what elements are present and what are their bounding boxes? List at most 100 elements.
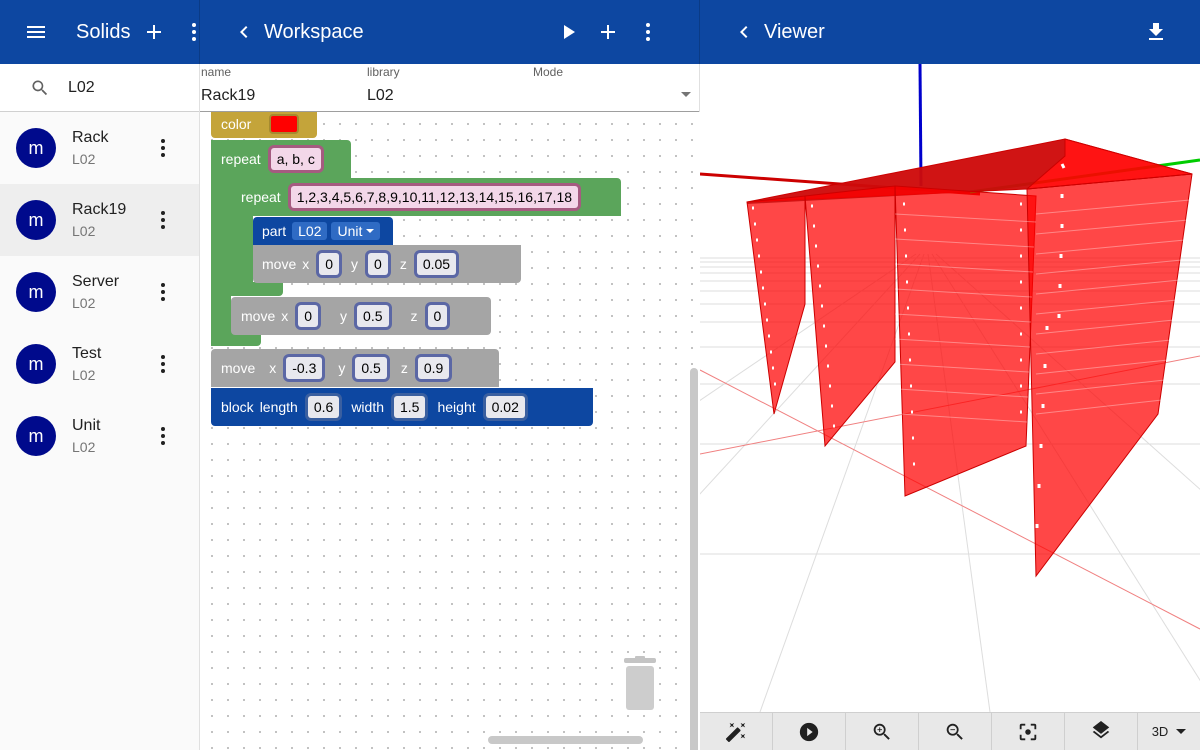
axis-z-label: z [400,360,408,376]
more-vert-icon[interactable] [151,208,175,232]
move-x-input[interactable]: -0.3 [286,357,323,379]
block-label: repeat [241,189,281,205]
item-library: L02 [72,439,96,455]
chevron-down-icon[interactable] [681,92,691,97]
horizontal-scrollbar[interactable] [488,736,643,744]
add-block-icon[interactable] [596,20,620,44]
library-label: library [367,65,400,79]
solids-title: Solids [76,20,131,43]
layers-icon [1092,720,1110,738]
block-canvas[interactable]: color repeat a, b, c repeat 1,2,3,4,5,6,… [200,112,700,750]
viewer-toolbar: 3D [700,712,1200,750]
library-field[interactable]: library L02 [367,64,527,105]
view-mode-select[interactable]: 3D [1138,713,1200,750]
add-solid-icon[interactable] [142,20,166,44]
repeat-list-input[interactable]: a, b, c [270,148,321,170]
download-icon[interactable] [1144,20,1168,44]
part-block[interactable]: part L02 Unit [253,217,393,245]
library-value: L02 [367,87,394,104]
color-block[interactable]: color [211,112,317,138]
list-item[interactable]: m Rack19 L02 [0,184,199,256]
name-value: Rack19 [201,87,256,104]
center-focus-icon [1019,723,1037,740]
chevron-left-icon[interactable] [732,20,756,44]
zoom-out-icon [946,723,963,740]
width-input[interactable]: 1.5 [394,396,426,418]
zoom-in-icon [873,723,890,740]
menu-icon[interactable] [24,20,48,44]
repeat-list-input[interactable]: 1,2,3,4,5,6,7,8,9,10,11,12,13,14,15,16,1… [290,186,579,208]
move-block[interactable]: move x 0 y 0 z 0.05 [253,245,521,283]
auto-fix-button[interactable] [700,713,773,750]
chevron-down-icon [1176,729,1187,734]
workspace-more-icon[interactable] [636,20,660,44]
magic-wand-icon [725,722,746,742]
3d-viewer[interactable] [700,64,1200,712]
axis-z-label: z [410,308,418,324]
fit-view-button[interactable] [992,713,1065,750]
move-z-input[interactable]: 0 [427,305,448,327]
block-label: color [221,116,252,132]
length-input[interactable]: 0.6 [307,396,340,418]
part-name-label: Unit [337,223,363,239]
part-library-input[interactable]: L02 [292,222,328,240]
more-vert-icon[interactable] [151,136,175,160]
viewer-scene[interactable] [700,64,1200,712]
axis-x-label: x [281,308,289,324]
move-z-input[interactable]: 0.9 [417,357,450,379]
block-label: move [221,360,256,376]
color-swatch[interactable] [269,114,300,134]
move-y-input[interactable]: 0 [368,253,388,275]
item-name: Rack19 [72,201,127,218]
axis-x-label: x [269,360,277,376]
rack-solid [746,138,1193,578]
layers-button[interactable] [1065,713,1138,750]
list-item[interactable]: m Server L02 [0,256,199,328]
name-field[interactable]: name Rack19 [201,64,361,105]
part-name-dropdown[interactable]: Unit [331,222,381,240]
solids-app-bar: Solids [0,0,200,64]
move-y-input[interactable]: 0.5 [357,305,389,327]
move-y-input[interactable]: 0.5 [355,357,387,379]
zoom-out-button[interactable] [919,713,992,750]
play-icon[interactable] [556,20,580,44]
list-item[interactable]: m Rack L02 [0,112,199,184]
block-label: move [262,256,297,272]
list-item[interactable]: m Test L02 [0,328,199,400]
item-name: Test [72,345,102,362]
block-label: part [262,223,287,239]
block-shape-block[interactable]: block length 0.6 width 1.5 height 0.02 [211,388,593,426]
workspace-panel: name Rack19 library L02 Mode color repea… [200,64,700,750]
more-vert-icon[interactable] [151,424,175,448]
axis-x-label: x [302,256,310,272]
avatar: m [16,128,56,168]
trash-icon[interactable] [620,656,660,712]
move-x-input[interactable]: 0 [319,253,340,275]
item-name: Server [72,273,120,290]
view-mode-label: 3D [1151,724,1169,739]
solid-list: m Rack L02 m Rack19 L02 m Server L02 m T… [0,112,199,472]
height-input[interactable]: 0.02 [485,396,525,418]
play-circle-icon [799,722,819,741]
run-button[interactable] [773,713,846,750]
viewer-app-bar: Viewer [700,0,1200,64]
axis-y-label: y [351,256,359,272]
move-x-input[interactable]: 0 [298,305,319,327]
chevron-left-icon[interactable] [232,20,256,44]
move-block[interactable]: move x -0.3 y 0.5 z 0.9 [211,349,499,387]
width-label: width [351,399,384,415]
vertical-scrollbar[interactable] [690,368,698,750]
avatar: m [16,416,56,456]
move-z-input[interactable]: 0.05 [416,253,457,275]
search-input[interactable] [68,78,178,97]
axis-z-label: z [399,256,407,272]
mode-select[interactable]: Mode [533,64,699,112]
list-item[interactable]: m Unit L02 [0,400,199,472]
zoom-in-button[interactable] [846,713,919,750]
search-bar [0,64,199,112]
workspace-title: Workspace [264,20,364,43]
more-vert-icon[interactable] [151,352,175,376]
move-block[interactable]: move x 0 y 0.5 z 0 [231,297,491,335]
item-name: Rack [72,129,109,146]
more-vert-icon[interactable] [151,280,175,304]
